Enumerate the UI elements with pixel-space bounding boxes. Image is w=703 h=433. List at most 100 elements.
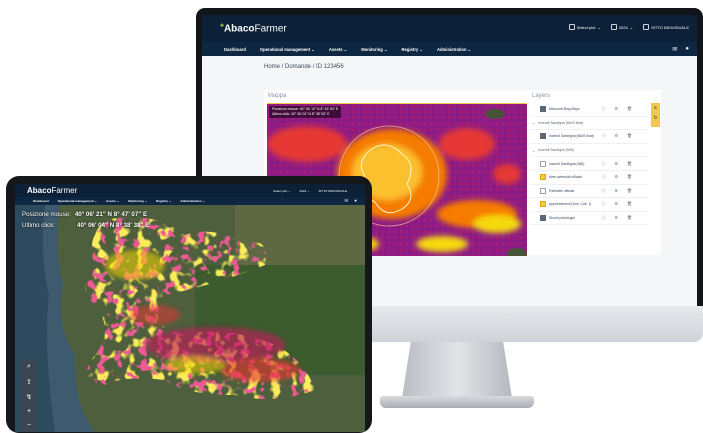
layer-item[interactable]: Incendi Sardegna (BAIS float) ⓘ ⚙ 🗑 [530, 130, 648, 144]
company-select-label: SITTO INDIVIDUALE [651, 24, 689, 30]
nav-assets[interactable]: Assets ⌄ [106, 199, 119, 203]
nav-operational-management[interactable]: Operational management ⌄ [58, 199, 97, 203]
info-icon[interactable]: ⓘ [601, 201, 605, 207]
layer-checkbox[interactable] [540, 187, 546, 194]
tablet-topbar: AbacoFarmer Select plot ⌄ 2024 ⌄ SITTO I… [15, 184, 365, 197]
last-click-label: Ultimo click: [22, 222, 56, 229]
info-icon[interactable]: ⓘ [601, 215, 605, 221]
nav-monitoring[interactable]: Monitoring ⌄ [361, 47, 387, 52]
settings-icon[interactable]: ⚙ [614, 188, 618, 194]
info-icon[interactable]: ⓘ [601, 161, 605, 167]
settings-icon[interactable]: ⚙ [614, 133, 618, 139]
layer-label: Incendi Sardegna (NBI) [538, 148, 574, 153]
layer-actions: ⓘ ⚙ 🗑 [601, 133, 632, 139]
user-icon [643, 24, 650, 30]
layer-checkbox[interactable] [540, 160, 546, 167]
trash-icon[interactable]: 🗑 [627, 174, 632, 180]
logo-text-bold: Abaco [27, 186, 52, 195]
layer-item[interactable]: Appezzamenti (Ann. Colt. 1) ⓘ ⚙ 🗑 [530, 198, 648, 212]
user-icon[interactable]: ● [685, 46, 689, 53]
layer-actions: ⓘ ⚙ 🗑 [601, 161, 632, 167]
settings-icon[interactable]: ⚙ [614, 215, 618, 221]
route-icon[interactable]: ↯ [26, 393, 32, 401]
breadcrumb[interactable]: Home / Domande / ID 123456 [264, 64, 344, 70]
chevron-down-icon[interactable]: ⌄ [532, 120, 535, 125]
mail-icon[interactable]: ✉ [672, 46, 677, 53]
nav-assets[interactable]: Assets ⌄ [329, 47, 347, 52]
layer-item[interactable]: Sfondi pedologici ⓘ ⚙ 🗑 [530, 212, 648, 226]
year-select[interactable]: 2024 ⌄ [610, 24, 633, 30]
calendar-icon [610, 24, 617, 30]
settings-icon[interactable]: ⚙ [614, 106, 618, 112]
layer-actions: ⓘ ⚙ 🗑 [601, 174, 632, 180]
trash-icon[interactable]: 🗑 [627, 133, 632, 139]
layer-group[interactable]: ⌄ Incendi Sardegna (NBI) [530, 144, 648, 158]
layers-icon[interactable]: ≡ [654, 105, 657, 111]
layer-checkbox[interactable] [540, 106, 546, 113]
layer-label: Incendi Sardegna (BAIS float) [538, 120, 584, 125]
zoom-out-icon[interactable]: − [27, 422, 31, 429]
nav-administration[interactable]: Administration ⌄ [437, 47, 471, 52]
logo-text-light: Farmer [51, 186, 78, 195]
settings-icon[interactable]: ⚙ [614, 201, 618, 207]
search-icon[interactable]: ⌕ [27, 363, 31, 371]
zoom-in-icon[interactable]: + [27, 408, 31, 415]
settings-icon[interactable]: ⚙ [614, 161, 618, 167]
layer-checkbox[interactable] [540, 133, 546, 140]
layer-label: Incendi Sardegna (BAIS float) [549, 134, 594, 139]
trash-icon[interactable]: 🗑 [627, 188, 632, 194]
mail-icon[interactable]: ✉ [345, 198, 349, 204]
layer-item[interactable]: Incendi Sardegna (NBI) ⓘ ⚙ 🗑 [530, 157, 648, 171]
plot-select[interactable]: Select plot ⌄ [273, 189, 290, 193]
trash-icon[interactable]: 🗑 [627, 106, 632, 112]
refresh-icon[interactable]: ↻ [653, 115, 657, 121]
trash-icon[interactable]: 🗑 [627, 215, 632, 221]
app-logo[interactable]: AbacoFarmer [27, 186, 77, 195]
layer-group[interactable]: ⌄ Incendi Sardegna (BAIS float) [530, 117, 648, 131]
nav-administration[interactable]: Administration ⌄ [180, 199, 205, 203]
info-icon[interactable]: ⓘ [601, 174, 605, 180]
plot-select[interactable]: Select plot ⌄ [568, 24, 601, 30]
layer-item[interactable]: Microsoft Bing Maps ⓘ ⚙ 🗑 [530, 103, 648, 117]
layer-label: Microsoft Bing Maps [549, 107, 580, 112]
year-select-label: 2024 [618, 24, 628, 30]
layers-toolbar[interactable]: ≡ ↻ [651, 103, 660, 127]
company-select[interactable]: SITTO INDIVIDUALE [319, 189, 347, 193]
info-icon[interactable]: ⓘ [601, 188, 605, 194]
info-icon[interactable]: ⓘ [601, 133, 605, 139]
chevron-down-icon[interactable]: ⌄ [532, 148, 535, 153]
layer-label: Particelle ufficiali [549, 188, 575, 193]
nav-registry[interactable]: Registry ⌄ [156, 199, 171, 203]
map-tools: ⌕ ⇪ ↯ + − [21, 359, 37, 432]
layer-checkbox[interactable] [540, 215, 546, 222]
satellite-burn-map[interactable] [15, 205, 365, 432]
nav-operational-management[interactable]: Operational management ⌄ [260, 47, 315, 52]
logo-text-bold: Abaco [223, 23, 255, 35]
monitor-stand [402, 342, 512, 398]
layer-checkbox[interactable] [540, 174, 546, 181]
layer-actions: ⓘ ⚙ 🗑 [601, 201, 632, 207]
layer-actions: ⓘ ⚙ 🗑 [601, 215, 632, 221]
upload-icon[interactable]: ⇪ [26, 378, 32, 386]
last-click-value: 40° 06' 04" N 8° 38' 38" E [77, 222, 150, 229]
layer-checkbox[interactable] [540, 201, 546, 208]
nav-registry[interactable]: Registry ⌄ [402, 47, 423, 52]
info-icon[interactable]: ⓘ [601, 106, 605, 112]
layer-item[interactable]: Aree aziendali ufficiali ⓘ ⚙ 🗑 [530, 171, 648, 185]
company-select[interactable]: SITTO INDIVIDUALE [643, 24, 689, 30]
top-controls: Select plot ⌄ 2024 ⌄ SITTO INDIVIDUALE [273, 189, 347, 193]
nav-monitoring[interactable]: Monitoring ⌄ [128, 199, 147, 203]
trash-icon[interactable]: 🗑 [627, 201, 632, 207]
layer-item[interactable]: Particelle ufficiali ⓘ ⚙ 🗑 [530, 185, 648, 199]
settings-icon[interactable]: ⚙ [614, 174, 618, 180]
nav-dashboard[interactable]: Dashboard [224, 47, 246, 52]
top-controls: Select plot ⌄ 2024 ⌄ SITTO INDIVIDUALE [568, 24, 689, 30]
year-select[interactable]: 2024 ⌄ [300, 189, 310, 193]
app-logo[interactable]: ♣AbacoFarmer [220, 23, 287, 34]
user-icon[interactable]: ● [354, 198, 357, 204]
tablet-map[interactable] [15, 205, 365, 432]
calendar-icon [568, 24, 575, 30]
trash-icon[interactable]: 🗑 [627, 161, 632, 167]
nav-dashboard[interactable]: Dashboard [33, 199, 49, 203]
last-click-text: Ultimo click: 40° 06' 04" N 8° 38' 05" E [272, 112, 330, 116]
